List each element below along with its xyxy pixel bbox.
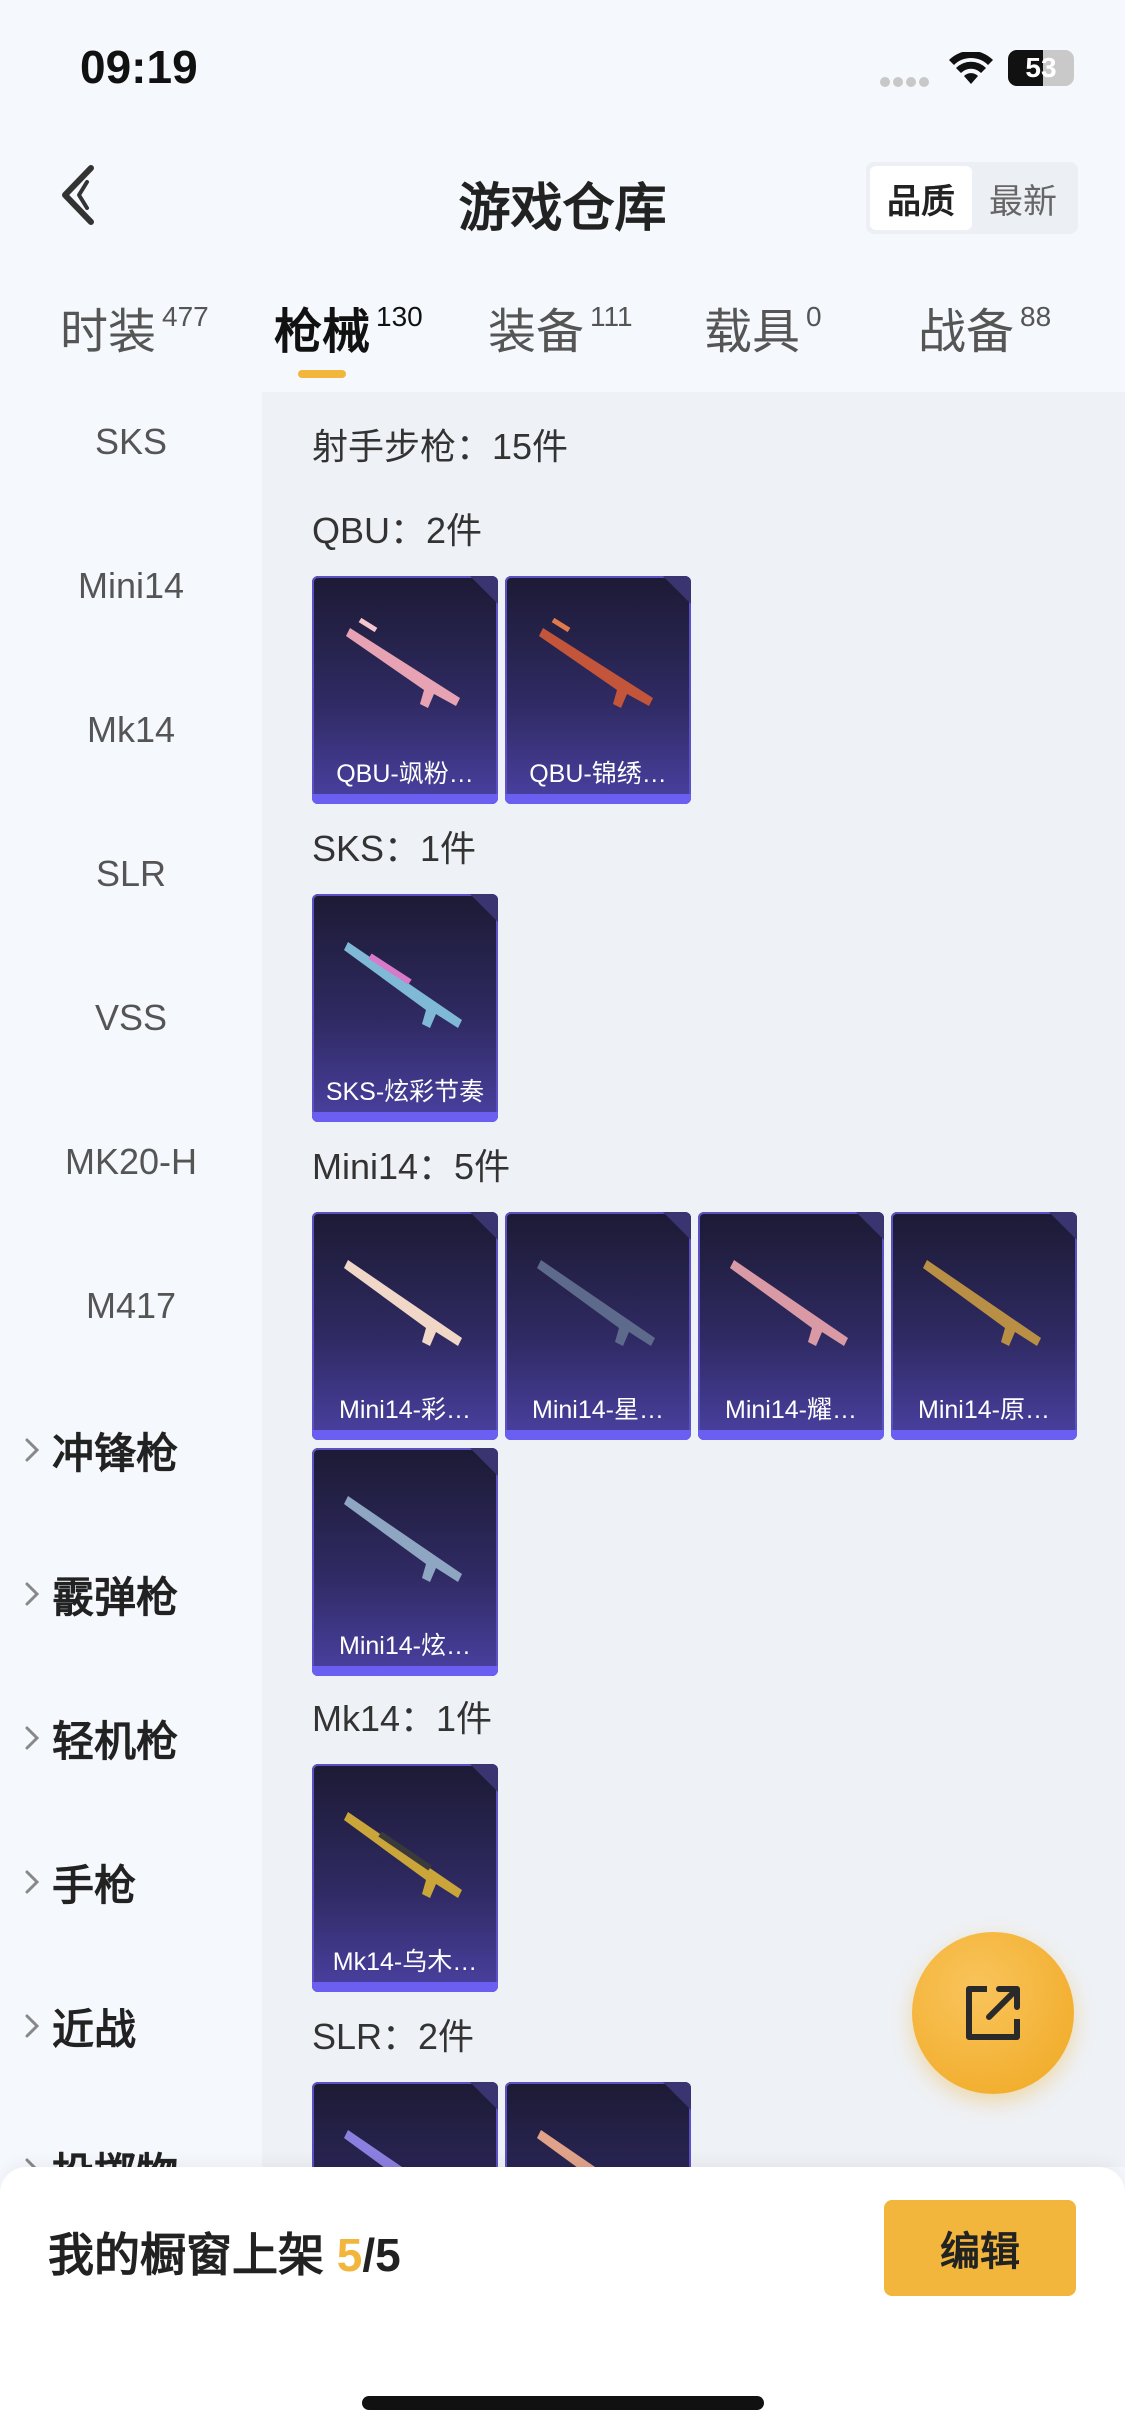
inventory-list[interactable]: 射手步枪：15件 QBU：2件 QBU-飒粉… QBU-锦绣… SKS：1件 S… (262, 392, 1125, 2167)
share-button[interactable] (912, 1932, 1074, 2094)
item-name: Mini14-耀… (725, 1396, 857, 1424)
sidebar-group-label: 投掷物 (52, 2140, 178, 2168)
rifle-skin-image (344, 2130, 403, 2167)
sidebar-item-vss[interactable]: VSS (0, 968, 262, 1068)
item-card[interactable]: QBU-锦绣… (505, 576, 691, 804)
chevron-right-icon (24, 2157, 40, 2167)
item-card[interactable]: Mini14-星… (505, 1212, 691, 1440)
tab-label: 时装 (60, 306, 157, 359)
item-name: Mini14-星… (532, 1396, 664, 1424)
sort-quality-button[interactable]: 品质 (870, 166, 972, 230)
sidebar-item-mk14[interactable]: Mk14 (0, 680, 262, 780)
showcase-total: /5 (362, 2229, 401, 2281)
tab-count: 130 (376, 301, 423, 332)
rifle-skin-image (344, 1260, 462, 1346)
item-name: QBU-飒粉… (336, 760, 474, 788)
tab-label: 战备 (918, 306, 1015, 359)
rifle-skin-image (344, 1496, 462, 1582)
sidebar-group-label: 手枪 (52, 1861, 137, 1909)
rifle-skin-image (923, 1260, 1041, 1346)
section-title: Mk14：1件 (312, 1698, 493, 1739)
sidebar-group-melee[interactable]: 近战 (24, 1976, 136, 2076)
tab-supplies[interactable]: 战备 88 (918, 292, 1051, 392)
tab-vehicles[interactable]: 载具 0 (704, 292, 822, 392)
weapon-sidebar: SKS Mini14 Mk14 SLR VSS MK20-H M417 冲锋枪 … (0, 392, 262, 2167)
showcase-label: 我的橱窗上架 (48, 2229, 324, 2281)
sidebar-item-sks[interactable]: SKS (0, 392, 262, 492)
signal-icon (880, 74, 932, 87)
item-card[interactable]: Mini14-原… (891, 1212, 1077, 1440)
item-card[interactable]: Mini14-炫… (312, 1448, 498, 1676)
battery-icon: 53 (1008, 50, 1074, 86)
rifle-skin-image (730, 1260, 848, 1346)
sidebar-item-m417[interactable]: M417 (0, 1256, 262, 1356)
chevron-right-icon (24, 1581, 40, 1607)
tab-fashion[interactable]: 时装 477 (60, 292, 209, 392)
battery-level: 53 (1025, 52, 1057, 83)
status-time: 09:19 (80, 41, 198, 93)
sidebar-group-lmg[interactable]: 轻机枪 (24, 1688, 178, 1788)
item-card[interactable]: Mini14-彩… (312, 1212, 498, 1440)
rifle-skin-image (539, 617, 653, 708)
section-title: Mini14：5件 (312, 1146, 511, 1187)
chevron-right-icon (24, 1437, 40, 1463)
home-indicator[interactable] (362, 2396, 764, 2410)
rifle-skin-image (346, 617, 460, 708)
item-name: Mini14-炫… (339, 1632, 471, 1660)
rifle-skin-image (537, 2130, 596, 2167)
section-title: SLR：2件 (312, 2016, 475, 2057)
item-name: SKS-炫彩节奏 (325, 1078, 485, 1106)
status-bar: 09:19 53 (0, 0, 1125, 130)
item-name: Mini14-原… (918, 1396, 1050, 1424)
item-name: Mini14-彩… (339, 1396, 471, 1424)
tab-count: 88 (1020, 301, 1052, 332)
section-title: SKS：1件 (312, 828, 477, 869)
edit-button[interactable]: 编辑 (884, 2200, 1076, 2296)
category-tabs: 时装 477 枪械 130 装备 111 载具 0 战备 88 (0, 292, 1125, 392)
share-icon (966, 1986, 1020, 2040)
tab-label: 载具 (704, 306, 801, 359)
rifle-skin-image (344, 1812, 462, 1898)
tab-count: 111 (590, 301, 633, 332)
category-summary: 射手步枪：15件 (312, 426, 569, 467)
sidebar-group-smg[interactable]: 冲锋枪 (24, 1400, 178, 1500)
showcase-count: 5 (336, 2229, 363, 2281)
sidebar-item-mk20h[interactable]: MK20-H (0, 1112, 262, 1212)
item-card[interactable]: SKS-炫彩节奏 (312, 894, 498, 1122)
item-card[interactable] (505, 2082, 691, 2167)
sidebar-group-label: 近战 (52, 2005, 137, 2053)
tab-firearms[interactable]: 枪械 130 (274, 292, 423, 392)
wifi-icon (948, 50, 994, 91)
tab-label: 枪械 (274, 306, 371, 359)
sort-newest-button[interactable]: 最新 (972, 166, 1074, 230)
sidebar-item-mini14[interactable]: Mini14 (0, 536, 262, 636)
item-name: QBU-锦绣… (529, 760, 667, 788)
item-name: Mk14-乌木… (332, 1948, 478, 1976)
sidebar-group-throwable[interactable]: 投掷物 (24, 2120, 178, 2167)
item-card[interactable]: Mk14-乌木… (312, 1764, 498, 1992)
rifle-skin-image (537, 1260, 655, 1346)
chevron-right-icon (24, 2013, 40, 2039)
tab-count: 0 (806, 301, 822, 332)
chevron-right-icon (24, 1869, 40, 1895)
sidebar-group-pistol[interactable]: 手枪 (24, 1832, 136, 1932)
active-tab-indicator (298, 370, 346, 378)
sidebar-item-slr[interactable]: SLR (0, 824, 262, 924)
item-card[interactable] (312, 2082, 498, 2167)
showcase-status: 我的橱窗上架 5/5 (48, 2219, 401, 2285)
chevron-right-icon (24, 1725, 40, 1751)
tab-label: 装备 (488, 306, 585, 359)
sidebar-group-label: 冲锋枪 (52, 1429, 179, 1477)
sidebar-group-label: 霰弹枪 (52, 1573, 179, 1621)
item-card[interactable]: QBU-飒粉… (312, 576, 498, 804)
sort-toggle: 品质 最新 (866, 162, 1078, 234)
rifle-skin-image (344, 942, 462, 1028)
item-card[interactable]: Mini14-耀… (698, 1212, 884, 1440)
sidebar-group-label: 轻机枪 (52, 1717, 179, 1765)
tab-count: 477 (162, 301, 209, 332)
sidebar-group-shotgun[interactable]: 霰弹枪 (24, 1544, 178, 1644)
section-title: QBU：2件 (312, 510, 483, 551)
tab-equipment[interactable]: 装备 111 (488, 292, 633, 392)
